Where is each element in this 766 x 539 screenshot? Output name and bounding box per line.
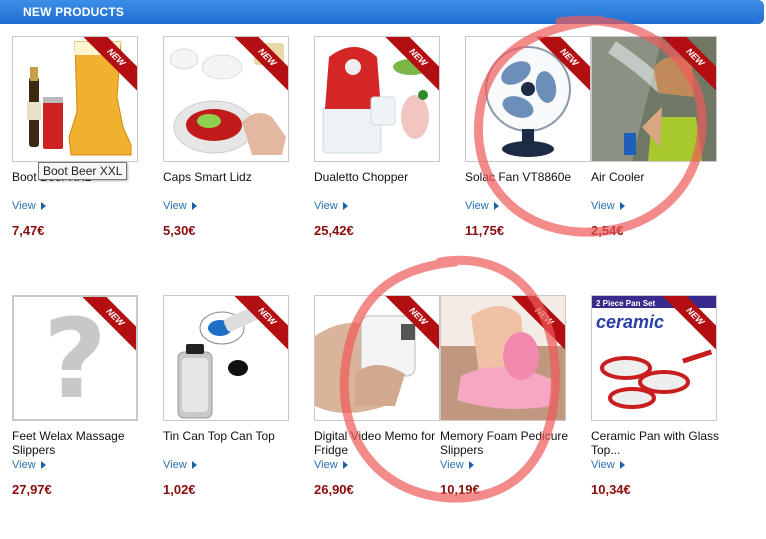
arrow-right-icon — [191, 461, 197, 470]
product-name[interactable]: Air Cooler — [591, 170, 731, 184]
section-title: NEW PRODUCTS — [23, 5, 125, 19]
arrow-right-icon — [191, 202, 197, 211]
ceramic-brand-text: ceramic — [596, 312, 664, 332]
arrow-right-icon — [40, 202, 46, 211]
view-label: View — [440, 459, 464, 471]
view-label: View — [591, 459, 615, 471]
view-label: View — [314, 459, 338, 471]
view-link[interactable]: View — [465, 200, 499, 212]
product-price: 11,75€ — [465, 223, 505, 238]
product-name[interactable]: Dualetto Chopper — [314, 170, 454, 184]
product-image-pedicure-slippers[interactable]: NEW — [440, 295, 566, 421]
product-name[interactable]: Solac Fan VT8860e — [465, 170, 605, 184]
product-price: 1,02€ — [163, 482, 196, 497]
arrow-right-icon — [342, 202, 348, 211]
product-name[interactable]: Ceramic Pan with Glass Top... — [591, 429, 731, 457]
product-price: 10,34€ — [591, 482, 631, 497]
arrow-right-icon — [619, 461, 625, 470]
product-price: 26,90€ — [314, 482, 354, 497]
view-label: View — [591, 200, 615, 212]
view-link[interactable]: View — [314, 200, 348, 212]
product-name[interactable]: Feet Welax Massage Slippers — [12, 429, 152, 457]
product-image-caps-smart-lidz[interactable]: NEW — [163, 36, 289, 162]
view-label: View — [163, 459, 187, 471]
product-image-video-memo[interactable]: NEW — [314, 295, 440, 421]
svg-text:?: ? — [43, 297, 107, 419]
view-label: View — [465, 200, 489, 212]
view-label: View — [314, 200, 338, 212]
product-price: 10,19€ — [440, 482, 480, 497]
product-name[interactable]: Tin Can Top Can Top — [163, 429, 303, 443]
product-image-dualetto-chopper[interactable]: NEW — [314, 36, 440, 162]
product-image-ceramic-pan[interactable]: 2 Piece Pan Set ceramic NEW — [591, 295, 717, 421]
arrow-right-icon — [342, 461, 348, 470]
view-link[interactable]: View — [12, 200, 46, 212]
view-label: View — [163, 200, 187, 212]
ceramic-banner-text: 2 Piece Pan Set — [596, 299, 655, 308]
tooltip: Boot Beer XXL — [38, 162, 128, 180]
arrow-right-icon — [619, 202, 625, 211]
product-image-solac-fan[interactable]: NEW — [465, 36, 591, 162]
product-image-air-cooler[interactable]: NEW — [591, 36, 717, 162]
view-link[interactable]: View — [163, 459, 197, 471]
arrow-right-icon — [493, 202, 499, 211]
arrow-right-icon — [468, 461, 474, 470]
view-link[interactable]: View — [591, 459, 625, 471]
new-products-header: NEW PRODUCTS — [0, 0, 764, 24]
product-name[interactable]: Memory Foam Pedicure Slippers — [440, 429, 580, 457]
product-image-placeholder[interactable]: ? NEW — [12, 295, 138, 421]
view-link[interactable]: View — [12, 459, 46, 471]
product-price: 27,97€ — [12, 482, 52, 497]
view-link[interactable]: View — [591, 200, 625, 212]
view-link[interactable]: View — [440, 459, 474, 471]
product-price: 25,42€ — [314, 223, 354, 238]
product-name[interactable]: Caps Smart Lidz — [163, 170, 303, 184]
view-link[interactable]: View — [314, 459, 348, 471]
product-price: 7,47€ — [12, 223, 45, 238]
view-link[interactable]: View — [163, 200, 197, 212]
view-label: View — [12, 459, 36, 471]
product-price: 2,54€ — [591, 223, 624, 238]
product-name[interactable]: Digital Video Memo for Fridge — [314, 429, 454, 457]
view-label: View — [12, 200, 36, 212]
product-price: 5,30€ — [163, 223, 196, 238]
product-image-tin-can-top[interactable]: NEW — [163, 295, 289, 421]
arrow-right-icon — [40, 461, 46, 470]
product-image-boot-beer[interactable]: NEW — [12, 36, 138, 162]
